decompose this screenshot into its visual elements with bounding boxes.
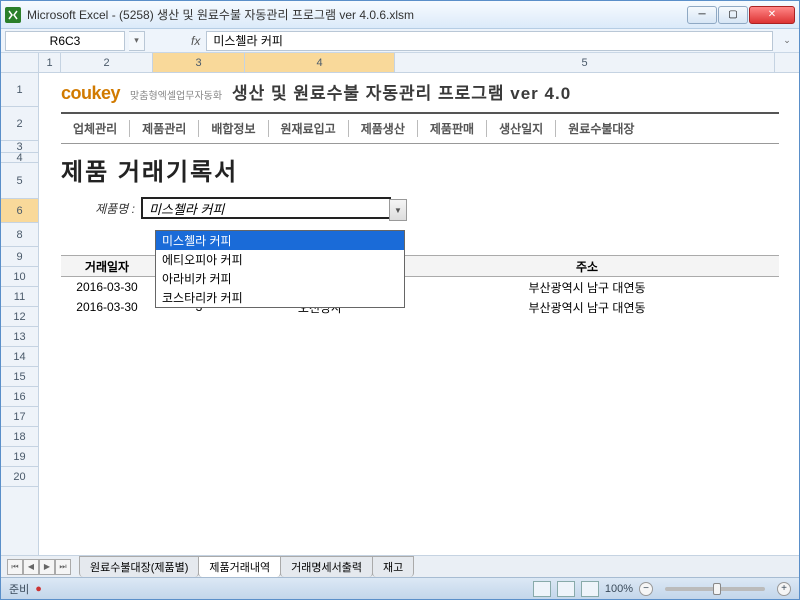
- row-header[interactable]: 19: [1, 447, 38, 467]
- menu-item[interactable]: 배합정보: [199, 120, 268, 137]
- menu-item[interactable]: 생산일지: [487, 120, 556, 137]
- excel-icon: [5, 7, 21, 23]
- dropdown-item[interactable]: 미스첼라 커피: [156, 231, 404, 250]
- worksheet[interactable]: coukey 맞춤형엑셀업무자동화 생산 및 원료수불 자동관리 프로그램 ve…: [39, 73, 799, 555]
- cell-date[interactable]: 2016-03-30: [61, 300, 153, 314]
- row-header[interactable]: 16: [1, 387, 38, 407]
- row-headers: 1 2 3 4 5 6 8 9 10 11 12 13 14 15 16 17 …: [1, 73, 39, 555]
- row-header[interactable]: 14: [1, 347, 38, 367]
- row-header[interactable]: 20: [1, 467, 38, 487]
- row-header[interactable]: 13: [1, 327, 38, 347]
- row-header[interactable]: 5: [1, 163, 38, 199]
- formula-expand[interactable]: ⌄: [779, 31, 795, 51]
- document-title: 제품 거래기록서: [61, 152, 779, 187]
- tab-first[interactable]: ⏮: [7, 559, 23, 575]
- dropdown-item[interactable]: 아라비카 커피: [156, 269, 404, 288]
- cell-date[interactable]: 2016-03-30: [61, 280, 153, 294]
- cell-address[interactable]: 부산광역시 남구 대연동: [395, 299, 779, 316]
- status-bar: 준비 ● 100% − +: [1, 577, 799, 599]
- view-pagebreak[interactable]: [581, 581, 599, 597]
- app-title: 생산 및 원료수불 자동관리 프로그램 ver 4.0: [232, 79, 571, 104]
- th-date: 거래일자: [61, 258, 153, 275]
- row-header[interactable]: 18: [1, 427, 38, 447]
- grid-area: 1 2 3 4 5 6 8 9 10 11 12 13 14 15 16 17 …: [1, 73, 799, 555]
- maximize-button[interactable]: ▢: [718, 6, 748, 24]
- row-header[interactable]: 11: [1, 287, 38, 307]
- sheet-tab[interactable]: 원료수불대장(제품별): [79, 556, 199, 577]
- formula-input[interactable]: 미스첼라 커피: [206, 31, 773, 51]
- close-button[interactable]: ✕: [749, 6, 795, 24]
- zoom-label: 100%: [605, 583, 633, 595]
- product-value: 미스첼라 커피: [149, 199, 224, 218]
- zoom-thumb[interactable]: [713, 583, 721, 595]
- tab-last[interactable]: ⏭: [55, 559, 71, 575]
- row-header[interactable]: 4: [1, 153, 38, 163]
- row-header[interactable]: 17: [1, 407, 38, 427]
- dropdown-button[interactable]: ▼: [389, 199, 407, 221]
- record-icon[interactable]: ●: [35, 583, 42, 595]
- row-header[interactable]: 15: [1, 367, 38, 387]
- sheet-tab[interactable]: 재고: [372, 556, 414, 577]
- app-window: Microsoft Excel - (5258) 생산 및 원료수불 자동관리 …: [0, 0, 800, 600]
- status-ready: 준비: [9, 581, 29, 597]
- sheet-tabs-bar: ⏮ ◀ ▶ ⏭ 원료수불대장(제품별) 제품거래내역 거래명세서출력 재고: [1, 555, 799, 577]
- col-header[interactable]: 3: [153, 53, 245, 72]
- col-header[interactable]: 2: [61, 53, 153, 72]
- cell-address[interactable]: 부산광역시 남구 대연동: [395, 279, 779, 296]
- formula-bar: R6C3 ▾ fx 미스첼라 커피 ⌄: [1, 29, 799, 53]
- brand-logo: coukey: [61, 83, 120, 104]
- row-header[interactable]: 1: [1, 73, 38, 107]
- zoom-out[interactable]: −: [639, 582, 653, 596]
- menu-item[interactable]: 제품판매: [418, 120, 487, 137]
- fx-label[interactable]: fx: [191, 34, 200, 48]
- product-dropdown: 미스첼라 커피 에티오피아 커피 아라비카 커피 코스타리카 커피: [155, 230, 405, 308]
- col-header[interactable]: 5: [395, 53, 775, 72]
- minimize-button[interactable]: ─: [687, 6, 717, 24]
- col-header[interactable]: 1: [39, 53, 61, 72]
- view-normal[interactable]: [533, 581, 551, 597]
- brand-tagline: 맞춤형엑셀업무자동화: [130, 87, 222, 102]
- product-row: 제품명 : 미스첼라 커피 ▼: [61, 197, 779, 219]
- row-header[interactable]: 2: [1, 107, 38, 141]
- product-select[interactable]: 미스첼라 커피 ▼: [141, 197, 391, 219]
- name-box[interactable]: R6C3: [5, 31, 125, 51]
- tab-next[interactable]: ▶: [39, 559, 55, 575]
- menu-item[interactable]: 원재료입고: [269, 120, 349, 137]
- name-box-dropdown[interactable]: ▾: [129, 31, 145, 51]
- view-layout[interactable]: [557, 581, 575, 597]
- row-header[interactable]: 10: [1, 267, 38, 287]
- menu-item[interactable]: 제품관리: [130, 120, 199, 137]
- zoom-slider[interactable]: [665, 587, 765, 591]
- col-header[interactable]: 4: [245, 53, 395, 72]
- row-header[interactable]: 8: [1, 223, 38, 247]
- column-headers: 1 2 3 4 5: [1, 53, 799, 73]
- dropdown-item[interactable]: 코스타리카 커피: [156, 288, 404, 307]
- select-all-corner[interactable]: [1, 53, 39, 72]
- menu-item[interactable]: 업체관리: [61, 120, 130, 137]
- window-title: Microsoft Excel - (5258) 생산 및 원료수불 자동관리 …: [27, 6, 414, 23]
- menu-item[interactable]: 제품생산: [349, 120, 418, 137]
- zoom-in[interactable]: +: [777, 582, 791, 596]
- row-header[interactable]: 6: [1, 199, 38, 223]
- menu-item[interactable]: 원료수불대장: [556, 120, 646, 137]
- row-header[interactable]: 12: [1, 307, 38, 327]
- product-label: 제품명 :: [61, 200, 141, 217]
- titlebar: Microsoft Excel - (5258) 생산 및 원료수불 자동관리 …: [1, 1, 799, 29]
- sheet-tab[interactable]: 거래명세서출력: [280, 556, 373, 577]
- dropdown-item[interactable]: 에티오피아 커피: [156, 250, 404, 269]
- nav-menu: 업체관리 제품관리 배합정보 원재료입고 제품생산 제품판매 생산일지 원료수불…: [61, 112, 779, 144]
- tab-prev[interactable]: ◀: [23, 559, 39, 575]
- th-address: 주소: [395, 258, 779, 275]
- sheet-tab[interactable]: 제품거래내역: [198, 556, 281, 577]
- header-row: coukey 맞춤형엑셀업무자동화 생산 및 원료수불 자동관리 프로그램 ve…: [61, 79, 779, 104]
- row-header[interactable]: 9: [1, 247, 38, 267]
